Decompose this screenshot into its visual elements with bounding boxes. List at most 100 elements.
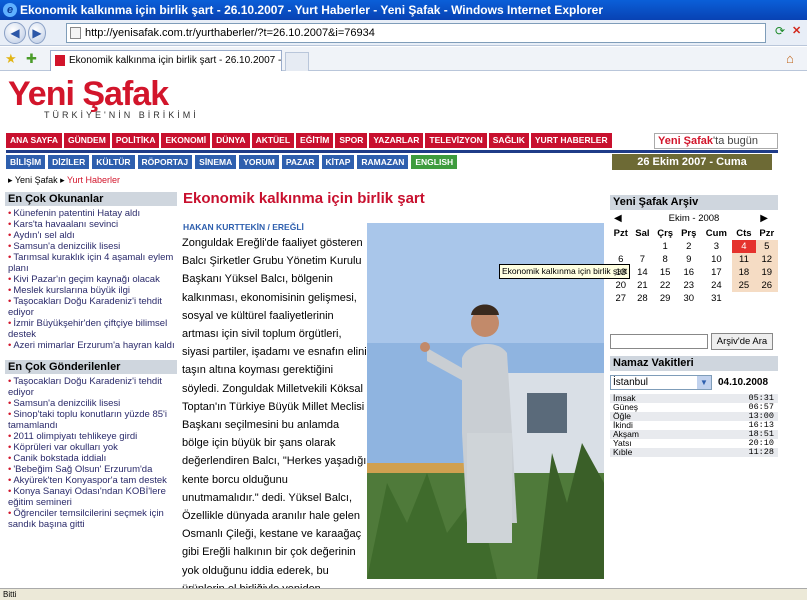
prev-month-icon[interactable]: ◀	[614, 211, 622, 227]
list-item-link[interactable]: Samsun'a denizcilik lisesi	[13, 398, 120, 409]
calendar-day[interactable]: 4	[732, 240, 756, 253]
calendar-day[interactable]: 8	[653, 253, 677, 266]
active-tab[interactable]: Ekonomik kalkınma için birlik şart - 26.…	[50, 50, 282, 71]
list-item[interactable]: • Meslek kurslarına büyük ilgi	[5, 285, 177, 296]
list-item-link[interactable]: Kars'ta havaalanı sevinci	[13, 219, 118, 230]
calendar-day[interactable]: 18	[732, 266, 756, 279]
calendar-day[interactable]: 31	[700, 292, 732, 305]
list-item[interactable]: • Tarımsal kuraklık için 4 aşamalı eylem …	[5, 252, 177, 274]
list-item[interactable]: • Taşocakları Doğu Karadeniz'i tehdit edi…	[5, 296, 177, 318]
main-nav-item[interactable]: YURT HABERLER	[530, 133, 612, 148]
list-item[interactable]: • Azeri mimarlar Erzurum'a hayran kaldı	[5, 340, 177, 351]
calendar-day[interactable]: 29	[653, 292, 677, 305]
sub-nav-item[interactable]: ENGLISH	[411, 155, 458, 169]
list-item[interactable]: • 2011 olimpiyatı tehlikeye girdi	[5, 431, 177, 442]
list-item-link[interactable]: Aydın'ı sel aldı	[13, 230, 74, 241]
sub-nav-item[interactable]: SİNEMA	[195, 155, 237, 169]
calendar-day[interactable]: 15	[653, 266, 677, 279]
calendar-day[interactable]: 16	[677, 266, 700, 279]
list-item[interactable]: • 'Bebeğim Sağ Olsun' Erzurum'da	[5, 464, 177, 475]
refresh-icon[interactable]: ⟳	[772, 24, 788, 40]
main-nav-item[interactable]: EĞİTİM	[296, 133, 334, 148]
calendar-day[interactable]: 5	[755, 240, 778, 253]
list-item[interactable]: • Samsun'a denizcilik lisesi	[5, 398, 177, 409]
calendar-day[interactable]: 27	[610, 292, 632, 305]
main-nav-item[interactable]: YAZARLAR	[369, 133, 424, 148]
home-icon[interactable]: ⌂	[786, 51, 794, 66]
stop-icon[interactable]: ✕	[792, 24, 806, 40]
sub-nav-item[interactable]: KİTAP	[321, 155, 355, 169]
calendar-day[interactable]: 26	[755, 279, 778, 292]
calendar-day[interactable]: 22	[653, 279, 677, 292]
calendar-day[interactable]: 14	[632, 266, 654, 279]
list-item-link[interactable]: Akyürek'ten Konyaspor'a tam destek	[13, 475, 167, 486]
breadcrumb-home[interactable]: Yeni Şafak	[15, 175, 58, 185]
list-item-link[interactable]: Sinop'taki toplu konutların yüzde 85'i t…	[8, 409, 167, 431]
list-item[interactable]: • Akyürek'ten Konyaspor'a tam destek	[5, 475, 177, 486]
list-item[interactable]: • Kars'ta havaalanı sevinci	[5, 219, 177, 230]
sub-nav-item[interactable]: YORUM	[239, 155, 279, 169]
calendar-day[interactable]: 24	[700, 279, 732, 292]
list-item[interactable]: • Kivi Pazar'ın geçim kaynağı olacak	[5, 274, 177, 285]
calendar-day[interactable]: 25	[732, 279, 756, 292]
calendar-day[interactable]: 7	[632, 253, 654, 266]
main-nav-item[interactable]: DÜNYA	[212, 133, 250, 148]
calendar-day[interactable]: 11	[732, 253, 756, 266]
address-bar[interactable]: http://yenisafak.com.tr/yurthaberler/?t=…	[66, 23, 766, 43]
list-item[interactable]: • Köprüleri var okulları yok	[5, 442, 177, 453]
archive-search-input[interactable]	[610, 334, 708, 349]
bugun-link[interactable]: Yeni Şafak'ta bugün	[654, 133, 778, 149]
list-item[interactable]: • Samsun'a denizcilik lisesi	[5, 241, 177, 252]
forward-button[interactable]: ▶	[28, 22, 46, 44]
main-nav-item[interactable]: TELEVİZYON	[425, 133, 487, 148]
main-nav-item[interactable]: GÜNDEM	[64, 133, 110, 148]
main-nav-item[interactable]: ANA SAYFA	[6, 133, 63, 148]
add-favorites-icon[interactable]: ✚	[26, 51, 37, 67]
sub-nav-item[interactable]: RAMAZAN	[357, 155, 409, 169]
calendar-day[interactable]: 21	[632, 279, 654, 292]
list-item-link[interactable]: Taşocakları Doğu Karadeniz'i tehdit ediy…	[8, 296, 162, 318]
list-item[interactable]: • Konya Sanayi Odası'ndan KOBİ'lere eğiti…	[5, 486, 177, 508]
list-item-link[interactable]: Öğrenciler temsilcilerini seçmek için sa…	[8, 508, 164, 530]
calendar-day[interactable]: 2	[677, 240, 700, 253]
calendar-day[interactable]: 30	[677, 292, 700, 305]
calendar-day[interactable]: 17	[700, 266, 732, 279]
list-item-link[interactable]: Taşocakları Doğu Karadeniz'i tehdit ediy…	[8, 376, 162, 398]
main-nav-item[interactable]: SPOR	[335, 133, 368, 148]
calendar-day[interactable]: 1	[653, 240, 677, 253]
list-item[interactable]: • Taşocakları Doğu Karadeniz'i tehdit edi…	[5, 376, 177, 398]
list-item-link[interactable]: Canik bokstada iddialı	[13, 453, 106, 464]
list-item-link[interactable]: Köprüleri var okulları yok	[13, 442, 118, 453]
sub-nav-item[interactable]: BİLİŞİM	[6, 155, 46, 169]
calendar-day[interactable]: 13	[610, 266, 632, 279]
list-item[interactable]: • Canik bokstada iddialı	[5, 453, 177, 464]
list-item-link[interactable]: Künefenin patentini Hatay aldı	[13, 208, 140, 219]
back-button[interactable]: ◀	[4, 22, 26, 44]
sub-nav-item[interactable]: RÖPORTAJ	[137, 155, 193, 169]
next-month-icon[interactable]: ▶	[760, 211, 768, 227]
favorites-star-icon[interactable]: ★	[5, 51, 17, 67]
new-tab-button[interactable]	[285, 52, 309, 71]
list-item-link[interactable]: 2011 olimpiyatı tehlikeye girdi	[13, 431, 137, 442]
list-item[interactable]: • Künefenin patentini Hatay aldı	[5, 208, 177, 219]
archive-search-button[interactable]: Arşiv'de Ara	[711, 333, 773, 350]
chevron-down-icon[interactable]: ▼	[697, 376, 711, 389]
list-item-link[interactable]: 'Bebeğim Sağ Olsun' Erzurum'da	[13, 464, 152, 475]
site-logo[interactable]: Yeni Şafak TÜRKİYE'NİN BİRİKİMİ	[8, 76, 199, 120]
calendar-day[interactable]: 12	[755, 253, 778, 266]
list-item[interactable]: • Sinop'taki toplu konutların yüzde 85'i …	[5, 409, 177, 431]
calendar-day[interactable]: 6	[610, 253, 632, 266]
city-select[interactable]: İstanbul ▼	[610, 375, 712, 390]
main-nav-item[interactable]: EKONOMİ	[161, 133, 211, 148]
list-item[interactable]: • Öğrenciler temsilcilerini seçmek için s…	[5, 508, 177, 530]
main-nav-item[interactable]: AKTÜEL	[251, 133, 295, 148]
list-item-link[interactable]: Tarımsal kuraklık için 4 aşamalı eylem p…	[8, 252, 173, 274]
calendar-day[interactable]: 28	[632, 292, 654, 305]
breadcrumb-current[interactable]: Yurt Haberler	[67, 175, 120, 185]
sub-nav-item[interactable]: KÜLTÜR	[92, 155, 135, 169]
calendar-day[interactable]: 19	[755, 266, 778, 279]
calendar-day[interactable]: 10	[700, 253, 732, 266]
list-item-link[interactable]: Kivi Pazar'ın geçim kaynağı olacak	[13, 274, 160, 285]
calendar-day[interactable]: 20	[610, 279, 632, 292]
list-item[interactable]: • İzmir Büyükşehir'den çiftçiye bilimsel …	[5, 318, 177, 340]
